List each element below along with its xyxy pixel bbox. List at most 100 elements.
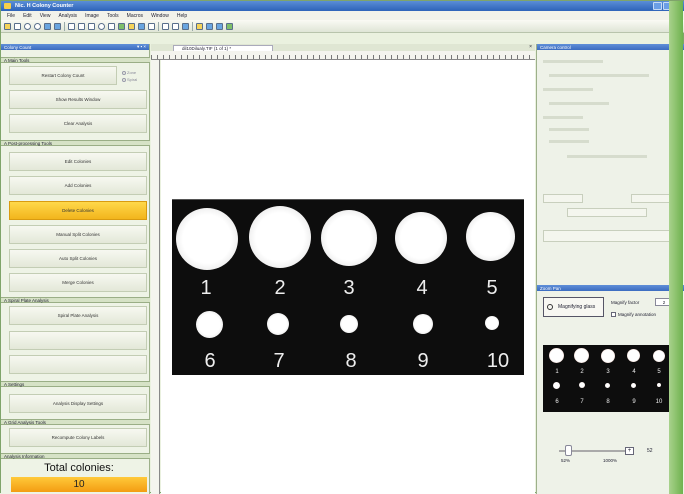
section-grid-analysis[interactable]: A Grid Analysis Tools <box>1 419 150 425</box>
show-results-window-button[interactable]: Show Results Window <box>9 90 147 109</box>
spiral-plate-analysis-button[interactable]: Spiral Plate Analysis <box>9 306 147 325</box>
section-spiral-plate[interactable]: A Spiral Plate Analysis <box>1 297 150 303</box>
camera-control-title: Camera control <box>540 44 571 50</box>
analysis-display-settings-button[interactable]: Analysis Display Settings <box>9 394 147 413</box>
total-colonies-value: 10 <box>11 477 147 492</box>
grid-icon[interactable] <box>148 22 155 30</box>
close-document-icon[interactable]: × <box>529 44 532 50</box>
thumbnail-number: 10 <box>655 399 663 405</box>
manual-split-colonies-button[interactable]: Manual Split Colonies <box>9 225 147 244</box>
thumbnail-number: 5 <box>657 369 661 375</box>
thumbnail-colony <box>578 382 585 388</box>
colony[interactable] <box>395 212 447 264</box>
color-icon[interactable] <box>128 22 135 30</box>
colony[interactable] <box>413 314 433 334</box>
disabled-camera-button <box>543 194 583 203</box>
folder-icon[interactable] <box>196 22 203 30</box>
histogram-icon[interactable] <box>138 22 145 30</box>
vertical-ruler <box>151 60 160 494</box>
colony[interactable] <box>340 315 358 333</box>
pan-icon[interactable] <box>54 22 61 30</box>
pointer-icon[interactable] <box>68 22 75 30</box>
thumbnail-colony <box>631 382 636 388</box>
zoom-in-button[interactable]: + <box>625 447 634 455</box>
ellipse-tool-icon[interactable] <box>24 22 31 30</box>
disabled-camera-setting <box>543 60 603 63</box>
toolbar-separator <box>64 21 65 31</box>
right-panel: Camera control ▾ ▪ × Zoom Pan ▾ ▪ × Magn… <box>536 44 684 494</box>
thumbnail-number: 6 <box>555 399 559 405</box>
thumbnail-number: 1 <box>555 369 559 375</box>
panel-title: Colony Count <box>4 44 32 50</box>
auto-split-colonies-button[interactable]: Auto Split Colonies <box>9 249 147 268</box>
line-tool-icon[interactable] <box>78 22 85 30</box>
disabled-camera-setting <box>549 102 609 105</box>
menu-tools[interactable]: Tools <box>107 13 119 20</box>
colony[interactable] <box>321 210 377 266</box>
camera-control-header: Camera control ▾ ▪ × <box>537 44 684 50</box>
magnify-annotation-checkbox[interactable]: Magnify annotation <box>611 312 656 318</box>
menu-macros[interactable]: Macros <box>127 13 143 20</box>
report-icon[interactable] <box>226 22 233 30</box>
panel-header: Colony Count ▾ ▪ × <box>1 44 149 50</box>
zone-radio[interactable]: Zone <box>122 70 136 75</box>
fill-icon[interactable] <box>118 22 125 30</box>
section-main-tools[interactable]: A Main Tools <box>1 57 150 63</box>
magnify-factor-label: Magnify factor <box>611 300 640 305</box>
zoom-pan-header: Zoom Pan ▾ ▪ × <box>537 285 684 291</box>
zoom-icon[interactable] <box>44 22 51 30</box>
section-post-processing[interactable]: A Post-processing Tools <box>1 140 150 146</box>
recompute-colony-labels-button[interactable]: Recompute Colony Labels <box>9 428 147 447</box>
zoom-value[interactable]: 52 <box>647 448 653 454</box>
delete-colonies-button[interactable]: Delete Colonies <box>9 201 147 220</box>
edit-colonies-button[interactable]: Edit Colonies <box>9 152 147 171</box>
clear-analysis-button[interactable]: Clear Analysis <box>9 114 147 133</box>
desktop-background <box>669 1 683 494</box>
colony-number: 8 <box>345 350 357 372</box>
menu-image[interactable]: Image <box>85 13 99 20</box>
zoom-slider-knob[interactable] <box>565 445 572 456</box>
add-colonies-button[interactable]: Add Colonies <box>9 176 147 195</box>
panel-controls-icon[interactable]: ▾ ▪ × <box>137 44 146 50</box>
spiral-radio[interactable]: Spiral <box>122 77 137 82</box>
menu-analysis[interactable]: Analysis <box>58 13 77 20</box>
window-icon[interactable] <box>206 22 213 30</box>
restart-colony-count-button[interactable]: Restart Colony Count <box>9 66 117 85</box>
colony-number: 3 <box>343 277 355 299</box>
colony[interactable] <box>466 212 515 261</box>
colony[interactable] <box>196 311 223 338</box>
redo-icon[interactable] <box>172 22 179 30</box>
toolbar-separator <box>158 21 159 31</box>
section-settings[interactable]: A Settings <box>1 381 150 387</box>
layers-icon[interactable] <box>182 22 189 30</box>
polygon-tool-icon[interactable] <box>108 22 115 30</box>
thumbnail-colony <box>656 383 661 387</box>
thumbnail-colony <box>605 382 610 388</box>
open-icon[interactable] <box>4 22 11 30</box>
colony[interactable] <box>176 208 238 270</box>
rectangle-tool-icon[interactable] <box>14 22 21 30</box>
circle-tool-icon[interactable] <box>34 22 41 30</box>
magnifying-glass-button[interactable]: Magnifying glass <box>543 297 604 317</box>
minimize-button[interactable] <box>653 2 662 10</box>
menu-view[interactable]: View <box>40 13 51 20</box>
colony-plate-image[interactable]: 1 2 3 4 5 6 7 8 9 10 <box>172 199 524 375</box>
undo-icon[interactable] <box>162 22 169 30</box>
colony[interactable] <box>267 313 289 335</box>
split-icon[interactable] <box>216 22 223 30</box>
menu-edit[interactable]: Edit <box>23 13 32 20</box>
colony[interactable] <box>485 316 499 330</box>
zoom-thumbnail[interactable]: 1 6 2 7 3 8 4 9 5 10 <box>543 345 678 412</box>
menu-help[interactable]: Help <box>177 13 187 20</box>
zone-label: Zone <box>127 70 137 75</box>
merge-colonies-button[interactable]: Merge Colonies <box>9 273 147 292</box>
colony-number: 7 <box>273 350 285 372</box>
oval-tool-icon[interactable] <box>98 22 105 30</box>
menu-file[interactable]: File <box>7 13 15 20</box>
square-tool-icon[interactable] <box>88 22 95 30</box>
app-window: Nic. H Colony Counter File Edit View Ana… <box>0 0 684 494</box>
colony[interactable] <box>249 206 311 268</box>
menu-window[interactable]: Window <box>151 13 169 20</box>
disabled-exposure-slider <box>567 155 647 158</box>
disabled-camera-setting <box>543 116 583 119</box>
